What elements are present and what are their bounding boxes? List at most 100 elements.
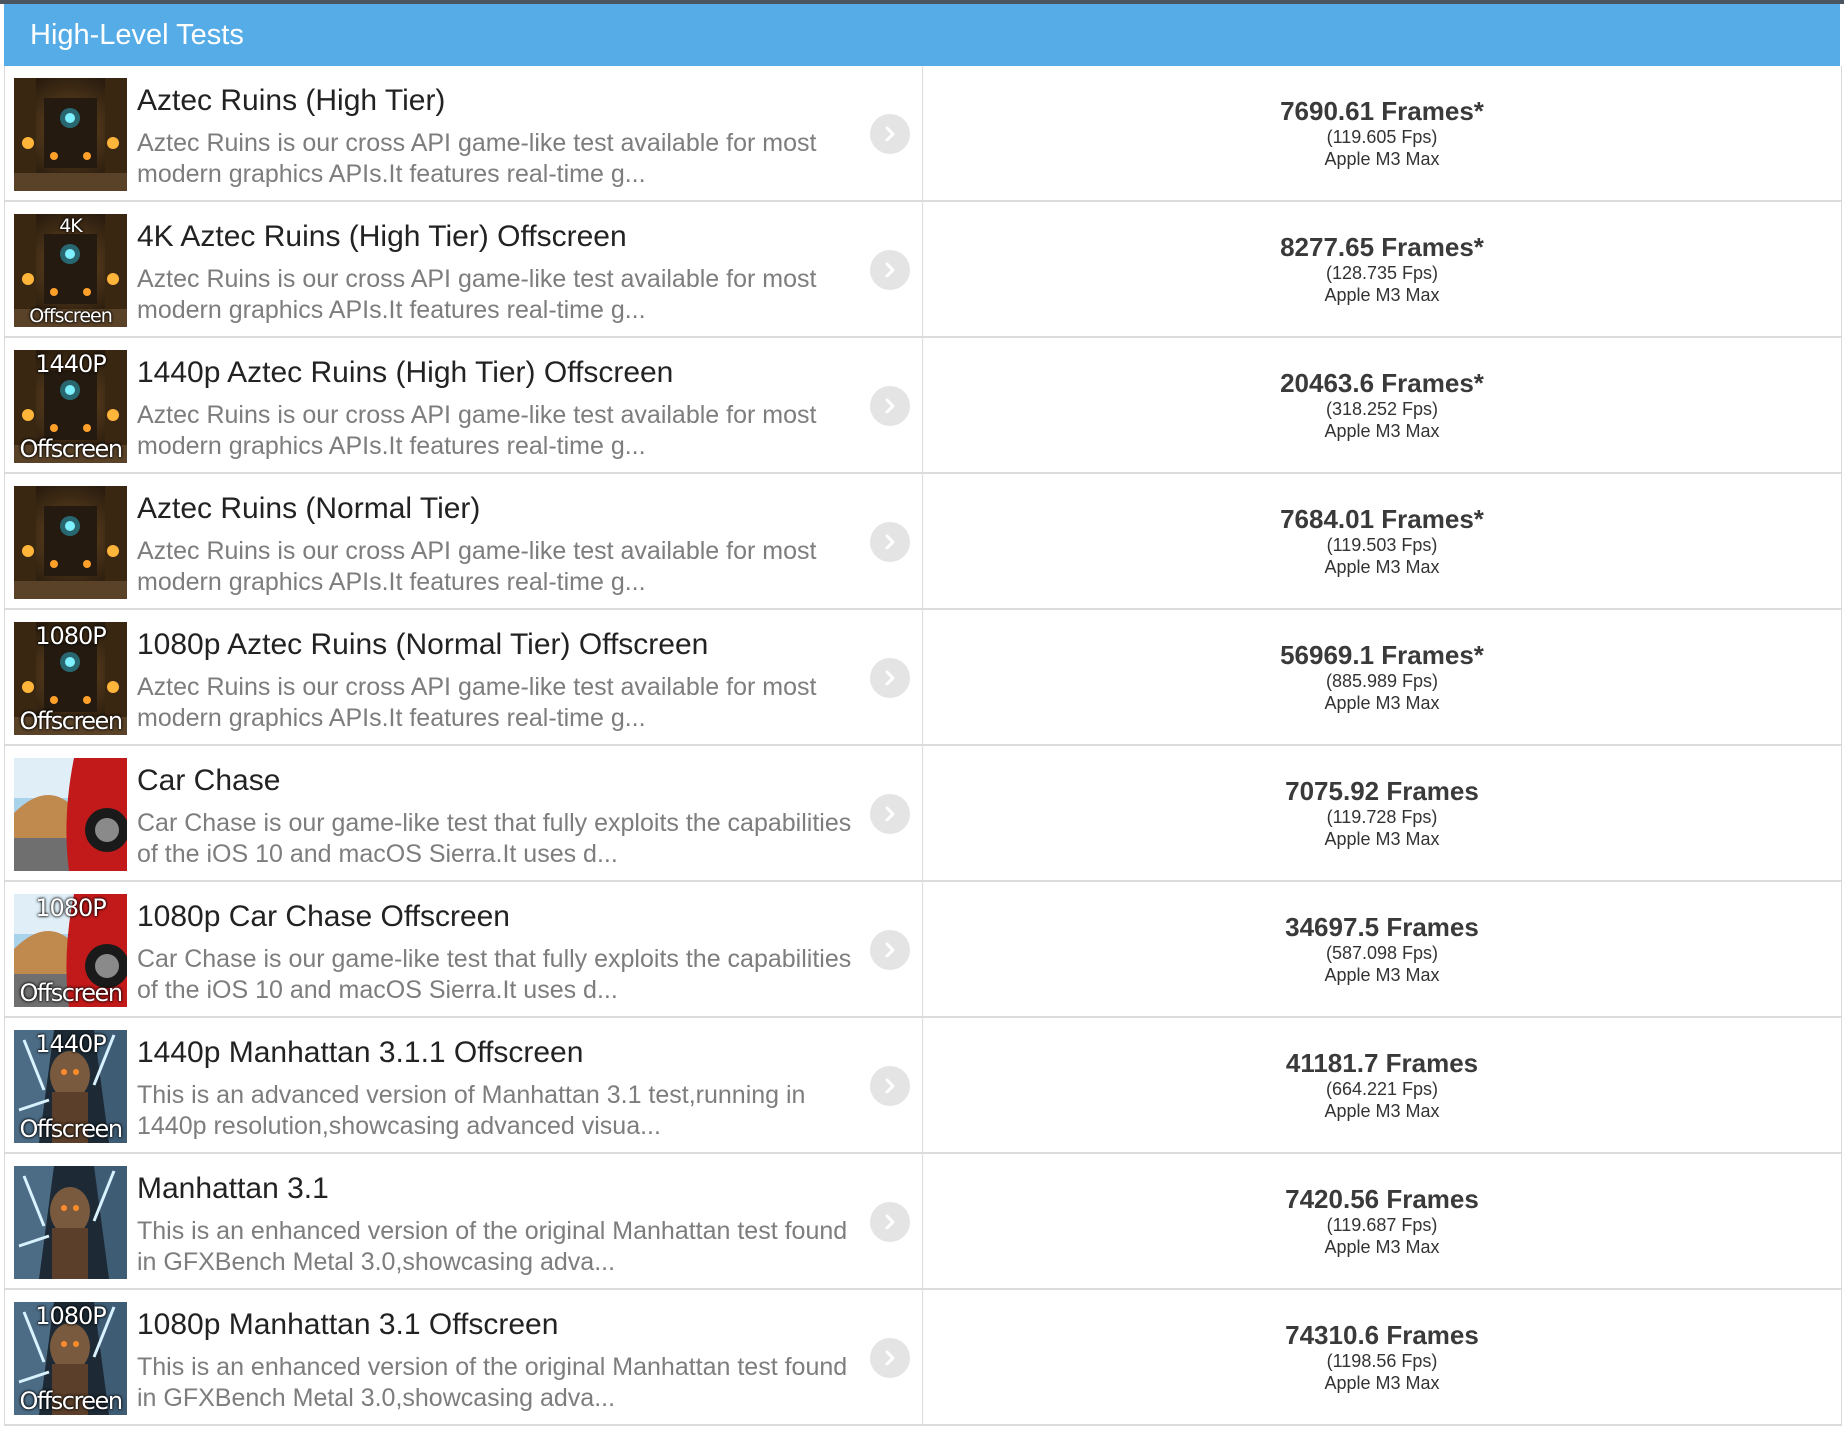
test-result: 7075.92 Frames (119.728 Fps) Apple M3 Ma… (923, 746, 1841, 880)
device-name: Apple M3 Max (1324, 693, 1440, 713)
test-title: 1080p Car Chase Offscreen (137, 900, 510, 933)
thumbnail-resolution-label: 1080P (35, 1302, 107, 1330)
test-row[interactable]: Aztec Ruins (Normal Tier) Aztec Ruins is… (5, 474, 1841, 610)
chevron-right-icon[interactable] (870, 522, 910, 562)
test-title: 1080p Aztec Ruins (Normal Tier) Offscree… (137, 628, 709, 661)
section-header: High-Level Tests (4, 4, 1840, 66)
test-result: 20463.6 Frames* (318.252 Fps) Apple M3 M… (923, 338, 1841, 472)
score-frames: 56969.1 Frames* (1280, 640, 1484, 670)
score-frames: 7075.92 Frames (1285, 776, 1479, 806)
test-result: 7684.01 Frames* (119.503 Fps) Apple M3 M… (923, 474, 1841, 608)
chevron-right-icon[interactable] (870, 658, 910, 698)
device-name: Apple M3 Max (1324, 557, 1440, 577)
test-row[interactable]: 1440P Offscreen 1440p Manhattan 3.1.1 Of… (5, 1018, 1841, 1154)
test-thumbnail (14, 78, 127, 191)
thumbnail-offscreen-label: Offscreen (19, 979, 123, 1007)
score-frames: 7684.01 Frames* (1280, 504, 1484, 534)
chevron-right-icon[interactable] (870, 1202, 910, 1242)
chevron-right-icon[interactable] (870, 794, 910, 834)
test-row[interactable]: Aztec Ruins (High Tier) Aztec Ruins is o… (5, 66, 1841, 202)
score-frames: 74310.6 Frames (1285, 1320, 1479, 1350)
score-frames: 20463.6 Frames* (1280, 368, 1484, 398)
score-fps: (119.687 Fps) (1326, 1215, 1438, 1235)
test-title: 1440p Aztec Ruins (High Tier) Offscreen (137, 356, 674, 389)
test-result: 7420.56 Frames (119.687 Fps) Apple M3 Ma… (923, 1154, 1841, 1288)
chevron-right-icon[interactable] (870, 1066, 910, 1106)
score-fps: (119.728 Fps) (1326, 807, 1438, 827)
test-description: Aztec Ruins is our cross API game-like t… (137, 673, 817, 732)
device-name: Apple M3 Max (1324, 829, 1440, 849)
device-name: Apple M3 Max (1324, 1237, 1440, 1257)
chevron-right-icon[interactable] (870, 930, 910, 970)
test-thumbnail (14, 758, 127, 871)
test-result: 8277.65 Frames* (128.735 Fps) Apple M3 M… (923, 202, 1841, 336)
score-fps: (587.098 Fps) (1325, 943, 1439, 963)
device-name: Apple M3 Max (1324, 965, 1440, 985)
device-name: Apple M3 Max (1324, 1373, 1440, 1393)
test-description: This is an advanced version of Manhattan… (137, 1081, 806, 1140)
device-name: Apple M3 Max (1324, 421, 1440, 441)
test-title: Aztec Ruins (High Tier) (137, 84, 446, 117)
chevron-right-icon[interactable] (870, 1338, 910, 1378)
score-fps: (128.735 Fps) (1325, 263, 1439, 283)
test-title: 1080p Manhattan 3.1 Offscreen (137, 1308, 559, 1341)
test-title: 1440p Manhattan 3.1.1 Offscreen (137, 1036, 584, 1069)
thumbnail-offscreen-label: Offscreen (19, 435, 123, 463)
device-name: Apple M3 Max (1324, 1101, 1440, 1121)
thumbnail-offscreen-label: Offscreen (19, 1387, 123, 1415)
score-fps: (318.252 Fps) (1325, 399, 1439, 419)
test-thumbnail (14, 1166, 127, 1279)
chevron-right-icon[interactable] (870, 114, 910, 154)
test-result: 74310.6 Frames (1198.56 Fps) Apple M3 Ma… (923, 1290, 1841, 1424)
test-result: 7690.61 Frames* (119.605 Fps) Apple M3 M… (923, 66, 1841, 200)
thumbnail-offscreen-label: Offscreen (19, 707, 123, 735)
test-thumbnail: 1080P Offscreen (14, 1302, 127, 1415)
test-result: 56969.1 Frames* (885.989 Fps) Apple M3 M… (923, 610, 1841, 744)
test-description: This is an enhanced version of the origi… (137, 1217, 848, 1276)
section-title: High-Level Tests (30, 18, 244, 51)
score-frames: 41181.7 Frames (1285, 1048, 1479, 1078)
test-row[interactable]: Car Chase Car Chase is our game-like tes… (5, 746, 1841, 882)
test-row[interactable]: Manhattan 3.1 This is an enhanced versio… (5, 1154, 1841, 1290)
test-thumbnail (14, 486, 127, 599)
score-frames: 7420.56 Frames (1285, 1184, 1479, 1214)
thumbnail-resolution-label: 1440P (35, 1030, 107, 1058)
test-description: Aztec Ruins is our cross API game-like t… (137, 401, 817, 460)
test-list: Aztec Ruins (High Tier) Aztec Ruins is o… (4, 66, 1842, 1426)
test-result: 34697.5 Frames (587.098 Fps) Apple M3 Ma… (923, 882, 1841, 1016)
test-thumbnail: 4K Offscreen (14, 214, 127, 327)
chevron-right-icon[interactable] (870, 250, 910, 290)
score-fps: (885.989 Fps) (1325, 671, 1439, 691)
test-row[interactable]: 4K Offscreen 4K Aztec Ruins (High Tier) … (5, 202, 1841, 338)
score-fps: (119.503 Fps) (1326, 535, 1438, 555)
thumbnail-offscreen-label: Offscreen (29, 305, 113, 327)
test-description: Aztec Ruins is our cross API game-like t… (137, 265, 817, 324)
test-description: Car Chase is our game-like test that ful… (137, 809, 852, 868)
score-fps: (119.605 Fps) (1326, 127, 1438, 147)
thumbnail-resolution-label: 4K (59, 215, 83, 237)
test-row[interactable]: 1080P Offscreen 1080p Manhattan 3.1 Offs… (5, 1290, 1841, 1426)
test-description: This is an enhanced version of the origi… (137, 1353, 848, 1412)
device-name: Apple M3 Max (1324, 149, 1440, 169)
score-frames: 7690.61 Frames* (1280, 96, 1484, 126)
test-row[interactable]: 1440P Offscreen 1440p Aztec Ruins (High … (5, 338, 1841, 474)
test-row[interactable]: 1080P Offscreen 1080p Aztec Ruins (Norma… (5, 610, 1841, 746)
score-fps: (664.221 Fps) (1325, 1079, 1439, 1099)
device-name: Apple M3 Max (1324, 285, 1440, 305)
score-frames: 8277.65 Frames* (1280, 232, 1484, 262)
test-row[interactable]: 1080P Offscreen 1080p Car Chase Offscree… (5, 882, 1841, 1018)
thumbnail-resolution-label: 1080P (35, 894, 107, 922)
test-title: Car Chase (137, 764, 281, 797)
test-description: Aztec Ruins is our cross API game-like t… (137, 537, 817, 596)
thumbnail-resolution-label: 1080P (35, 622, 107, 650)
test-description: Car Chase is our game-like test that ful… (137, 945, 852, 1004)
test-title: Aztec Ruins (Normal Tier) (137, 492, 481, 525)
test-description: Aztec Ruins is our cross API game-like t… (137, 129, 817, 188)
test-thumbnail: 1080P Offscreen (14, 622, 127, 735)
thumbnail-resolution-label: 1440P (35, 350, 107, 378)
test-thumbnail: 1080P Offscreen (14, 894, 127, 1007)
thumbnail-offscreen-label: Offscreen (19, 1115, 123, 1143)
test-title: 4K Aztec Ruins (High Tier) Offscreen (137, 220, 627, 253)
score-frames: 34697.5 Frames (1285, 912, 1479, 942)
chevron-right-icon[interactable] (870, 386, 910, 426)
